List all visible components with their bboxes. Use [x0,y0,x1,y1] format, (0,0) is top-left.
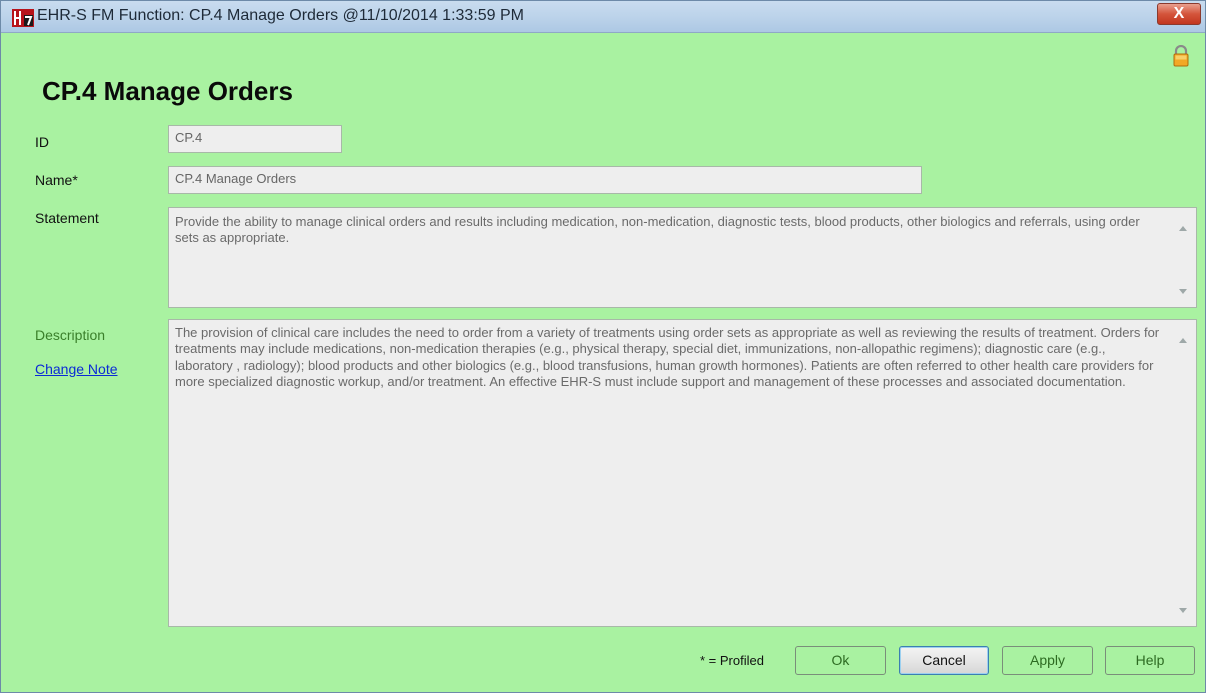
scroll-down-icon[interactable] [1179,608,1187,613]
scroll-down-icon[interactable] [1179,289,1187,294]
statement-label: Statement [35,210,99,226]
title-bar[interactable]: EHR-S FM Function: CP.4 Manage Orders @1… [1,1,1205,33]
scroll-up-icon[interactable] [1179,226,1187,231]
cancel-button[interactable]: Cancel [899,646,989,675]
name-label: Name* [35,172,78,188]
close-icon: X [1173,5,1185,22]
ok-button[interactable]: Ok [795,646,886,675]
scroll-up-icon[interactable] [1179,338,1187,343]
dialog-window: EHR-S FM Function: CP.4 Manage Orders @1… [0,0,1206,693]
close-button[interactable]: X [1157,3,1201,25]
page-title: CP.4 Manage Orders [42,76,293,106]
description-text: The provision of clinical care includes … [175,325,1160,390]
help-button[interactable]: Help [1105,646,1195,675]
statement-textarea[interactable]: Provide the ability to manage clinical o… [168,207,1197,308]
description-label: Description [35,327,106,343]
statement-text: Provide the ability to manage clinical o… [175,214,1140,246]
id-label: ID [35,134,49,150]
lock-icon [1173,45,1189,67]
description-textarea[interactable]: The provision of clinical care includes … [168,319,1197,627]
profiled-note: * = Profiled [700,653,764,668]
change-note-link[interactable]: Change Note [35,361,118,377]
id-field[interactable]: CP.4 [168,125,342,153]
window-title: EHR-S FM Function: CP.4 Manage Orders @1… [37,7,524,24]
name-field[interactable]: CP.4 Manage Orders [168,166,922,194]
apply-button[interactable]: Apply [1002,646,1093,675]
hl7-app-icon [12,9,34,27]
